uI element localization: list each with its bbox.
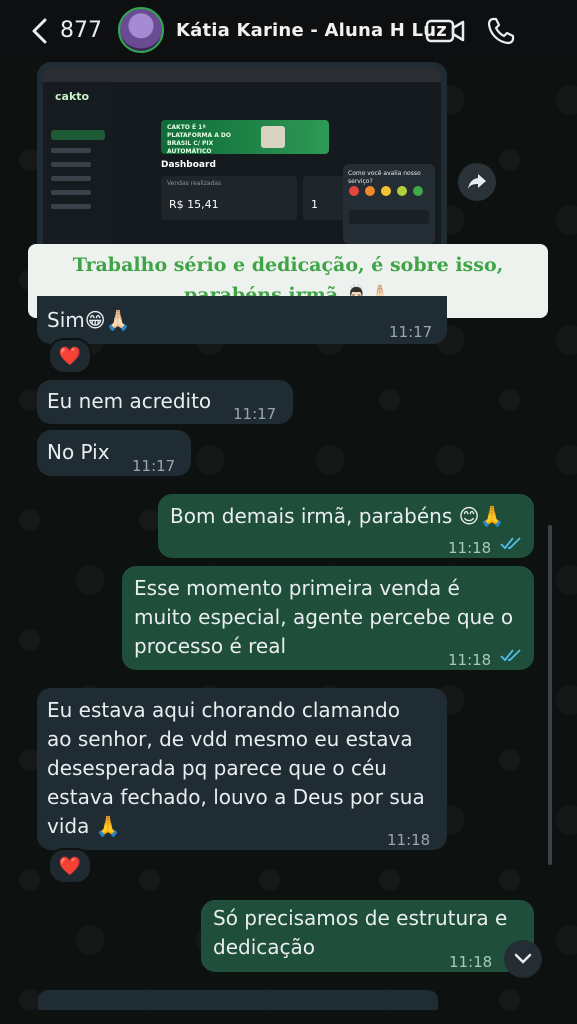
- orders-value: 1: [311, 198, 318, 211]
- reaction-heart[interactable]: ❤️: [48, 848, 92, 884]
- dashboard-screenshot[interactable]: cakto CAKTO É 1ª PLATAFORMA A DO BRASIL …: [43, 68, 441, 250]
- sidebar-item: [51, 162, 91, 167]
- dashboard-title: Dashboard: [161, 160, 216, 170]
- message-line: vida 🙏: [47, 814, 121, 838]
- phone-icon[interactable]: [486, 16, 516, 46]
- survey-input[interactable]: [349, 210, 429, 224]
- chat-header: 877 Kátia Karine - Aluna H Luz: [0, 0, 577, 62]
- outgoing-message[interactable]: Bom demais irmã, parabéns 😊🙏 11:18: [158, 494, 534, 558]
- chevron-left-icon[interactable]: [26, 16, 56, 46]
- sidebar-item: [51, 148, 91, 153]
- message-line: desesperada pq parece que o céu: [47, 756, 387, 780]
- message-time: 11:18: [448, 539, 492, 557]
- sales-label: Vendas realizadas: [167, 180, 222, 187]
- app-logo: cakto: [55, 90, 90, 103]
- survey-text: Como você avalia nosso serviço?: [348, 170, 421, 185]
- message-text: Eu nem acredito: [47, 389, 212, 413]
- message-time: 11:17: [132, 457, 176, 475]
- read-ticks-icon: [500, 649, 521, 662]
- message-text: Bom demais irmã, parabéns 😊🙏: [170, 504, 505, 528]
- next-message-partial: [38, 990, 438, 1010]
- message-time: 11:18: [449, 953, 493, 971]
- browser-bar: [43, 68, 441, 82]
- chevron-down-icon: [514, 953, 532, 964]
- message-text: Eu estava aqui chorando clamando ao senh…: [47, 696, 425, 841]
- message-time: 11:17: [389, 323, 433, 341]
- scrollbar[interactable]: [548, 525, 552, 865]
- promo-banner-text: CAKTO É 1ª PLATAFORMA A DO BRASIL C/ PIX…: [167, 124, 232, 154]
- message-time: 11:18: [387, 831, 431, 849]
- message-time: 11:18: [448, 651, 492, 669]
- caption-line: Trabalho sério e dedicação, é sobre isso…: [72, 254, 504, 276]
- forward-icon: [468, 174, 486, 189]
- promo-image: [261, 126, 285, 148]
- sidebar-item: [51, 176, 91, 181]
- promo-banner: CAKTO É 1ª PLATAFORMA A DO BRASIL C/ PIX…: [161, 120, 329, 154]
- incoming-message[interactable]: Eu estava aqui chorando clamando ao senh…: [37, 688, 447, 850]
- message-line: muito especial, agente percebe que o: [134, 605, 514, 629]
- message-line: estava fechado, louvo a Deus por sua: [47, 785, 425, 809]
- sidebar-item: [51, 190, 91, 195]
- rating-option[interactable]: [349, 186, 359, 196]
- message-text: Sim😁🙏🏻: [47, 308, 131, 332]
- heart-icon: ❤️: [58, 345, 82, 367]
- survey-popup: Como você avalia nosso serviço?: [343, 164, 435, 244]
- message-line: Esse momento primeira venda é: [134, 576, 460, 600]
- rating-option[interactable]: [397, 186, 407, 196]
- sidebar-active-item: [51, 130, 105, 140]
- message-line: ao senhor, de vdd mesmo eu estava: [47, 727, 413, 751]
- rating-option[interactable]: [365, 186, 375, 196]
- rating-option[interactable]: [413, 186, 423, 196]
- read-ticks-icon: [500, 537, 521, 550]
- video-call-icon[interactable]: [425, 18, 465, 44]
- message-text: No Pix: [47, 440, 110, 464]
- sales-value: R$ 15,41: [169, 198, 219, 211]
- rating-option[interactable]: [381, 186, 391, 196]
- incoming-message[interactable]: Eu nem acredito 11:17: [37, 380, 293, 424]
- outgoing-message[interactable]: Só precisamos de estrutura e dedicação 1…: [201, 900, 534, 972]
- reaction-heart[interactable]: ❤️: [48, 338, 92, 374]
- message-line: Eu estava aqui chorando clamando: [47, 698, 400, 722]
- contact-name[interactable]: Kátia Karine - Aluna H Luz: [176, 20, 447, 41]
- outgoing-message[interactable]: Esse momento primeira venda é muito espe…: [122, 566, 534, 670]
- sales-card: Vendas realizadas R$ 15,41: [161, 176, 297, 220]
- avatar[interactable]: [118, 7, 164, 53]
- incoming-message[interactable]: No Pix 11:17: [37, 430, 191, 476]
- back-unread-count[interactable]: 877: [60, 18, 102, 43]
- incoming-message[interactable]: Sim😁🙏🏻 11:17: [37, 296, 447, 344]
- message-line: Só precisamos de estrutura e: [213, 906, 508, 930]
- forward-button[interactable]: [458, 163, 496, 201]
- heart-icon: ❤️: [58, 855, 82, 877]
- scroll-down-button[interactable]: [504, 940, 542, 978]
- message-time: 11:17: [233, 405, 277, 423]
- sidebar-item: [51, 204, 91, 209]
